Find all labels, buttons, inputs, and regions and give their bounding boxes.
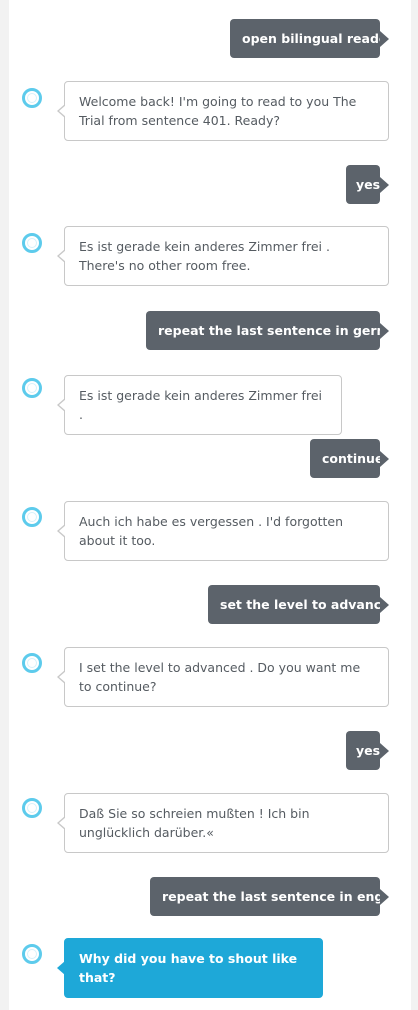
conversation-panel: open bilingual reader Welcome back! I'm … — [9, 0, 411, 1010]
alexa-ring-icon — [22, 653, 42, 673]
alexa-response-bubble: I set the level to advanced . Do you wan… — [57, 647, 389, 707]
alexa-response-bubble: Es ist gerade kein anderes Zimmer frei . — [57, 375, 342, 435]
alexa-ring-icon — [22, 944, 42, 964]
user-utterance-bubble: open bilingual reader — [230, 19, 394, 58]
user-utterance-bubble: set the level to advanced — [208, 585, 399, 624]
alexa-response-bubble: Es ist gerade kein anderes Zimmer frei .… — [57, 226, 389, 286]
alexa-ring-icon — [22, 378, 42, 398]
alexa-active-response-bubble: Why did you have to shout like that? — [57, 938, 323, 998]
alexa-ring-icon — [22, 507, 42, 527]
alexa-ring-icon — [22, 88, 42, 108]
user-utterance-bubble: yes — [346, 731, 389, 770]
user-utterance-bubble: repeat the last sentence in german — [146, 311, 407, 350]
alexa-response-bubble: Auch ich habe es vergessen . I'd forgott… — [57, 501, 389, 561]
user-utterance-bubble: continue — [310, 439, 389, 478]
alexa-ring-icon — [22, 798, 42, 818]
alexa-response-bubble: Daß Sie so schreien mußten ! Ich bin ung… — [57, 793, 389, 853]
alexa-response-bubble: Welcome back! I'm going to read to you T… — [57, 81, 389, 141]
user-utterance-bubble: repeat the last sentence in english — [150, 877, 408, 916]
alexa-ring-icon — [22, 233, 42, 253]
user-utterance-bubble: yes — [346, 165, 389, 204]
